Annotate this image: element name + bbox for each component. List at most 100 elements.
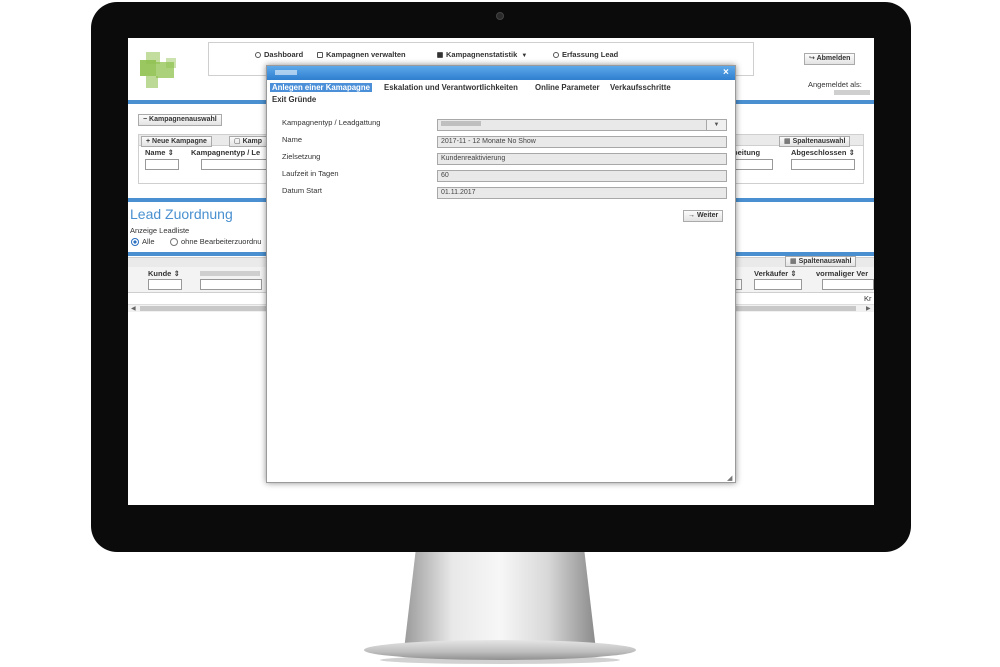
nav-dashboard[interactable]: Dashboard bbox=[255, 50, 303, 59]
filter-redacted-input[interactable] bbox=[200, 279, 262, 290]
redacted-column bbox=[200, 271, 260, 276]
monitor-stand bbox=[404, 552, 596, 650]
column-kunde[interactable]: Kunde ⇕ bbox=[148, 269, 180, 278]
tab-eskalation[interactable]: Eskalation und Verantwortlichkeiten bbox=[384, 83, 518, 92]
label-kampagnentyp: Kampagnentyp / Leadgattung bbox=[282, 118, 381, 127]
nav-erfassung-lead[interactable]: Erfassung Lead bbox=[553, 50, 618, 59]
plus-icon: + bbox=[146, 138, 151, 145]
lead-column-select-button[interactable]: ▦ Spaltenauswahl bbox=[785, 256, 857, 267]
close-icon[interactable]: × bbox=[723, 67, 729, 78]
label-name: Name bbox=[282, 135, 303, 144]
nav-kampagnenstatistik[interactable]: Kampagnenstatistik ▼ bbox=[437, 50, 527, 59]
minus-icon: − bbox=[143, 116, 148, 123]
column-select-button[interactable]: ▦ Spaltenauswahl bbox=[779, 136, 851, 147]
kampagnenauswahl-toggle[interactable]: − Kampagnenauswahl bbox=[138, 114, 222, 126]
document-icon: ▢ bbox=[234, 138, 241, 145]
radio-alle-label: Alle bbox=[142, 237, 155, 246]
cart-icon bbox=[317, 52, 323, 58]
column-vormaliger-label: vormaliger Ver bbox=[816, 269, 869, 278]
tab-exit-gruende[interactable]: Exit Gründe bbox=[272, 95, 316, 104]
select-kampagnentyp[interactable]: ▼ bbox=[437, 119, 727, 131]
logged-in-user-redacted bbox=[834, 90, 870, 95]
column-kunde-label: Kunde bbox=[148, 269, 172, 278]
chevron-down-icon: ▼ bbox=[521, 53, 528, 59]
logout-icon: ↪ bbox=[809, 55, 815, 62]
filter-kunde-input[interactable] bbox=[148, 279, 182, 290]
filter-name-input[interactable] bbox=[145, 159, 179, 170]
nav-erfassung-label: Erfassung Lead bbox=[562, 50, 619, 59]
dialog-title-redacted bbox=[275, 70, 297, 75]
camera-icon bbox=[496, 12, 504, 20]
grid-icon: ▦ bbox=[784, 138, 791, 145]
chevron-down-icon[interactable]: ▼ bbox=[706, 120, 726, 130]
logged-in-label: Angemeldet als: bbox=[808, 80, 862, 89]
column-verkaeufer[interactable]: Verkäufer ⇕ bbox=[754, 269, 797, 278]
new-campaign-button[interactable]: + Neue Kampagne bbox=[141, 136, 212, 147]
user-icon bbox=[255, 52, 261, 58]
tab-verkaufsschritte[interactable]: Verkaufsschritte bbox=[610, 83, 671, 92]
campaign-dialog: × Anlegen einer Kamapagne Eskalation und… bbox=[266, 65, 736, 483]
radio-ohne-bearbeiter-label: ohne Bearbeiterzuordnu bbox=[181, 237, 262, 246]
input-zielsetzung[interactable]: Kundenreaktivierung bbox=[437, 153, 727, 165]
dialog-titlebar[interactable]: × bbox=[267, 66, 735, 80]
edit-campaign-button[interactable]: ▢ Kamp bbox=[229, 136, 268, 147]
column-name[interactable]: Name ⇕ bbox=[145, 148, 174, 157]
column-bearbeitung-label: beitung bbox=[733, 148, 761, 157]
column-verkaeufer-label: Verkäufer bbox=[754, 269, 789, 278]
column-abgeschlossen-label: Abgeschlossen bbox=[791, 148, 847, 157]
input-laufzeit[interactable]: 60 bbox=[437, 170, 727, 182]
kampagnenauswahl-label: Kampagnenauswahl bbox=[149, 116, 217, 123]
filter-kampagnentyp-input[interactable] bbox=[201, 159, 271, 170]
column-kampagnentyp[interactable]: Kampagnentyp / Le bbox=[191, 148, 260, 157]
radio-ohne-bearbeiter[interactable]: ohne Bearbeiterzuordnu bbox=[170, 237, 261, 246]
column-name-label: Name bbox=[145, 148, 166, 157]
camera-icon bbox=[437, 52, 443, 58]
input-name[interactable]: 2017-11 - 12 Monate No Show bbox=[437, 136, 727, 148]
grid-icon: ▦ bbox=[790, 258, 797, 265]
monitor-base bbox=[364, 640, 636, 660]
anzeige-leadliste-label: Anzeige Leadliste bbox=[130, 226, 190, 235]
next-label: Weiter bbox=[696, 212, 719, 219]
app-logo bbox=[136, 46, 184, 92]
logout-button[interactable]: ↪ Abmelden bbox=[804, 53, 856, 65]
scroll-left-icon[interactable]: ◀ bbox=[131, 305, 136, 312]
input-datum-start[interactable]: 01.11.2017 bbox=[437, 187, 727, 199]
arrow-right-icon: → bbox=[688, 212, 695, 219]
column-select-label: Spaltenauswahl bbox=[792, 138, 846, 145]
label-datum-start: Datum Start bbox=[282, 186, 323, 195]
tab-online-parameter[interactable]: Online Parameter bbox=[535, 83, 600, 92]
lead-section-title: Lead Zuordnung bbox=[130, 206, 233, 222]
sort-icon: ⇕ bbox=[790, 269, 797, 278]
eye-icon bbox=[553, 52, 559, 58]
radio-alle[interactable]: Alle bbox=[131, 237, 155, 246]
app-screen: Dashboard Kampagnen verwalten Kampagnens… bbox=[128, 38, 874, 505]
next-button[interactable]: → Weiter bbox=[683, 210, 724, 222]
label-laufzeit: Laufzeit in Tagen bbox=[282, 169, 339, 178]
scroll-right-icon[interactable]: ▶ bbox=[866, 305, 871, 312]
nav-statistik-label: Kampagnenstatistik bbox=[446, 50, 518, 59]
radio-selected-icon bbox=[131, 238, 139, 246]
sort-icon: ⇕ bbox=[167, 148, 174, 157]
label-zielsetzung: Zielsetzung bbox=[282, 152, 321, 161]
filter-bearbeitung-input[interactable] bbox=[733, 159, 773, 170]
filter-vormaliger-input[interactable] bbox=[822, 279, 874, 290]
sort-icon: ⇕ bbox=[848, 148, 855, 157]
logout-label: Abmelden bbox=[816, 55, 851, 62]
column-kampagnentyp-label: Kampagnentyp / Le bbox=[191, 148, 261, 157]
select-value-redacted bbox=[441, 121, 481, 126]
column-abgeschlossen[interactable]: Abgeschlossen ⇕ bbox=[791, 148, 855, 157]
filter-abgeschlossen-input[interactable] bbox=[791, 159, 855, 170]
tab-anlegen[interactable]: Anlegen einer Kamapagne bbox=[270, 83, 372, 92]
radio-unselected-icon bbox=[170, 238, 178, 246]
nav-kampagnen-verwalten[interactable]: Kampagnen verwalten bbox=[317, 50, 406, 59]
lead-column-select-label: Spaltenauswahl bbox=[798, 258, 852, 265]
filter-verkaeufer-input[interactable] bbox=[754, 279, 802, 290]
column-vormaliger-verkaeufer[interactable]: vormaliger Ver bbox=[816, 269, 868, 278]
resize-handle-icon[interactable]: ◢ bbox=[727, 474, 732, 482]
edit-campaign-label: Kamp bbox=[242, 138, 263, 145]
truncated-column-label: Kr bbox=[864, 294, 872, 303]
nav-kampagnen-label: Kampagnen verwalten bbox=[326, 50, 406, 59]
new-campaign-label: Neue Kampagne bbox=[152, 138, 207, 145]
nav-dashboard-label: Dashboard bbox=[264, 50, 304, 59]
column-bearbeitung[interactable]: beitung bbox=[733, 148, 760, 157]
